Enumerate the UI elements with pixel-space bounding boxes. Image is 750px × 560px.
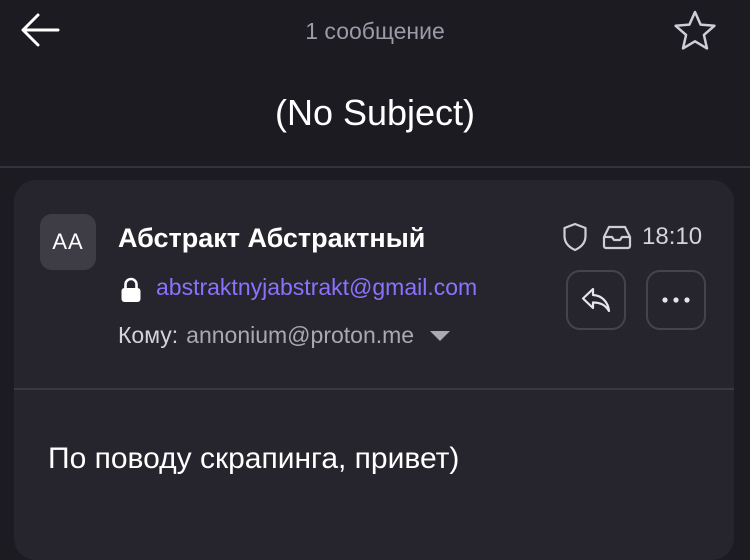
recipient-row[interactable]: Кому: annonium@proton.me	[118, 322, 452, 349]
header-divider	[0, 166, 750, 168]
page-title: (No Subject)	[274, 92, 476, 133]
message-meta: 18:10	[562, 222, 702, 252]
lock-icon	[121, 277, 141, 302]
star-icon	[674, 10, 716, 50]
inbox-icon	[602, 225, 632, 250]
message-count: 1 сообщение	[305, 18, 445, 44]
more-options-button[interactable]	[646, 270, 706, 330]
more-icon	[662, 297, 690, 303]
shield-icon	[563, 222, 587, 252]
to-label: Кому:	[118, 322, 179, 348]
message-body: По поводу скрапинга, привет)	[48, 442, 460, 475]
star-button[interactable]	[668, 8, 722, 54]
top-bar: 1 сообщение	[0, 0, 750, 64]
reply-button[interactable]	[566, 270, 626, 330]
sender-email[interactable]: abstraktnyjabstrakt@gmail.com	[156, 274, 477, 301]
caret-down-icon	[430, 330, 451, 341]
card-divider	[14, 388, 734, 390]
message-time: 18:10	[642, 223, 703, 250]
expand-details-button[interactable]	[428, 329, 452, 343]
sender-name: Абстракт Абстрактный	[118, 223, 426, 253]
recipient-address: annonium@proton.me	[186, 322, 415, 348]
reply-icon	[581, 287, 611, 313]
avatar: AA	[40, 214, 96, 270]
message-card[interactable]: AA Абстракт Абстрактный 18:10 abstraktny…	[14, 180, 734, 560]
